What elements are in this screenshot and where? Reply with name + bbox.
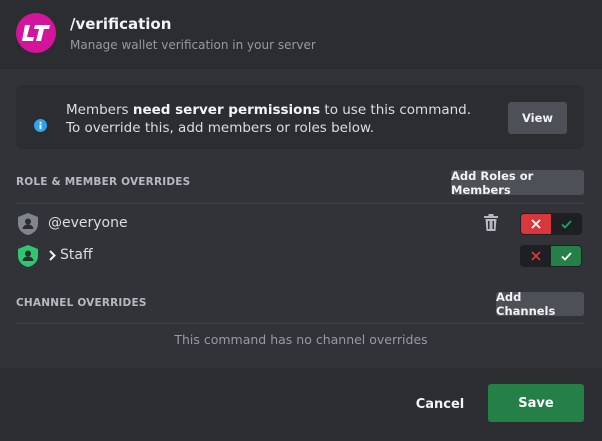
check-icon [560, 219, 572, 229]
deny-toggle-staff[interactable] [521, 246, 551, 266]
permissions-notice: Members need server permissions to use t… [16, 85, 584, 149]
section-divider [16, 203, 584, 204]
channel-empty-text: This command has no channel overrides [174, 332, 428, 347]
chevron-right-icon[interactable] [49, 250, 56, 261]
check-icon [560, 251, 572, 261]
permission-toggle-everyone [520, 213, 582, 235]
role-overrides-label: ROLE & MEMBER OVERRIDES [16, 176, 191, 188]
save-button[interactable]: Save [488, 384, 584, 422]
cancel-button[interactable]: Cancel [405, 393, 475, 415]
role-shield-icon [18, 213, 38, 235]
lt-logo-icon [22, 25, 50, 41]
view-button[interactable]: View [508, 102, 567, 134]
add-channels-button[interactable]: Add Channels [496, 290, 584, 318]
deny-toggle-everyone[interactable] [521, 214, 551, 234]
allow-toggle-staff[interactable] [551, 246, 581, 266]
page-subtitle: Manage wallet verification in your serve… [70, 38, 316, 52]
role-shield-icon [18, 245, 38, 267]
role-label-staff: Staff [60, 247, 93, 263]
modal-body: Members need server permissions to use t… [0, 69, 602, 368]
x-icon [531, 219, 541, 229]
permission-toggle-staff [520, 245, 582, 267]
trash-icon[interactable] [484, 214, 498, 231]
notice-text: Members need server permissions to use t… [66, 102, 472, 136]
add-roles-button[interactable]: Add Roles or Members [451, 169, 584, 197]
page-title: /verification [70, 15, 172, 33]
x-icon [531, 251, 541, 261]
role-label-everyone: @everyone [48, 215, 128, 231]
section-divider [16, 323, 584, 324]
modal-header: /verification Manage wallet verification… [0, 0, 602, 69]
allow-toggle-everyone[interactable] [551, 214, 581, 234]
info-icon [34, 119, 47, 132]
channel-overrides-label: CHANNEL OVERRIDES [16, 297, 147, 309]
app-logo [16, 13, 56, 53]
